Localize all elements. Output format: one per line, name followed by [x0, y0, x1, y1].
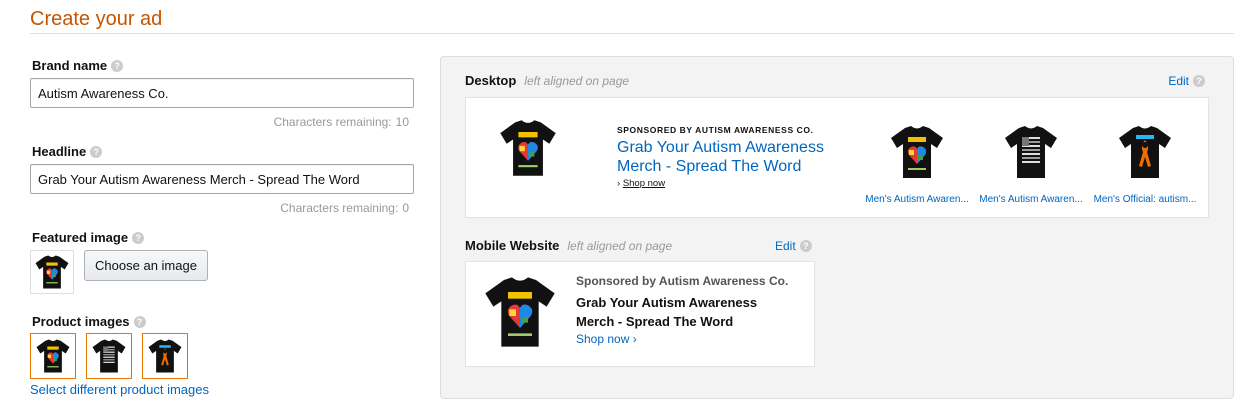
desktop-edit-link[interactable]: Edit ? [1168, 74, 1205, 88]
headline-input[interactable] [30, 164, 414, 194]
mobile-ad-preview: Sponsored by Autism Awareness Co. Grab Y… [465, 261, 815, 367]
ad-preview-panel: Desktop left aligned on page Edit ? SPON… [440, 56, 1234, 399]
tshirt-icon [496, 116, 560, 180]
featured-image-label: Featured image ? [32, 230, 145, 245]
brand-name-input[interactable] [30, 78, 414, 108]
title-divider [30, 33, 1234, 34]
mobile-hint: left aligned on page [567, 239, 673, 253]
product-image-thumbnail[interactable] [30, 333, 76, 379]
desktop-product-item[interactable]: Men's Autism Awaren... [978, 118, 1084, 205]
page-title: Create your ad [30, 8, 163, 30]
question-mark-icon[interactable]: ? [1193, 75, 1205, 87]
tshirt-icon [1001, 118, 1061, 186]
tshirt-icon [146, 337, 184, 375]
desktop-headline-link[interactable]: Grab Your Autism Awareness Merch - Sprea… [617, 138, 837, 176]
desktop-title: Desktop [465, 73, 517, 88]
question-mark-icon[interactable]: ? [90, 145, 103, 158]
mobile-headline: Grab Your Autism Awareness Merch - Sprea… [576, 295, 758, 329]
question-mark-icon[interactable]: ? [111, 59, 124, 72]
product-image-thumbnail[interactable] [86, 333, 132, 379]
tshirt-icon [1115, 118, 1175, 186]
desktop-shop-now-link[interactable]: › Shop now [617, 178, 665, 189]
desktop-product-item[interactable]: Men's Official: autism... [1092, 118, 1198, 205]
choose-image-button[interactable]: Choose an image [84, 250, 208, 281]
question-mark-icon[interactable]: ? [799, 240, 812, 252]
tshirt-icon [480, 272, 560, 352]
desktop-ad-preview: SPONSORED BY AUTISM AWARENESS CO. Grab Y… [465, 97, 1209, 218]
desktop-hint: left aligned on page [524, 74, 630, 88]
brand-char-remaining: Characters remaining: 10 [273, 115, 409, 129]
select-product-images-link[interactable]: Select different product images [30, 382, 209, 397]
featured-image-thumbnail [30, 250, 74, 294]
product-image-thumbnail[interactable] [142, 333, 188, 379]
question-mark-icon[interactable]: ? [132, 231, 145, 244]
desktop-preview-header: Desktop left aligned on page [465, 73, 629, 88]
mobile-sponsored-text: Sponsored by Autism Awareness Co. [576, 274, 789, 288]
mobile-preview-header: Mobile Website left aligned on page [465, 238, 672, 253]
tshirt-icon [90, 337, 128, 375]
product-images-label: Product images ? [32, 314, 146, 329]
headline-label: Headline ? [32, 144, 103, 159]
question-mark-icon[interactable]: ? [133, 315, 146, 328]
desktop-sponsored-text: SPONSORED BY AUTISM AWARENESS CO. [617, 125, 814, 135]
tshirt-icon [887, 118, 947, 186]
mobile-title: Mobile Website [465, 238, 560, 253]
mobile-shop-now-link[interactable]: Shop now › [576, 332, 637, 346]
headline-char-remaining: Characters remaining: 0 [280, 201, 409, 215]
tshirt-icon [33, 253, 71, 291]
tshirt-icon [34, 337, 72, 375]
mobile-edit-link[interactable]: Edit ? [775, 239, 812, 253]
desktop-product-item[interactable]: Men's Autism Awaren... [864, 118, 970, 205]
brand-name-label: Brand name ? [32, 58, 124, 73]
